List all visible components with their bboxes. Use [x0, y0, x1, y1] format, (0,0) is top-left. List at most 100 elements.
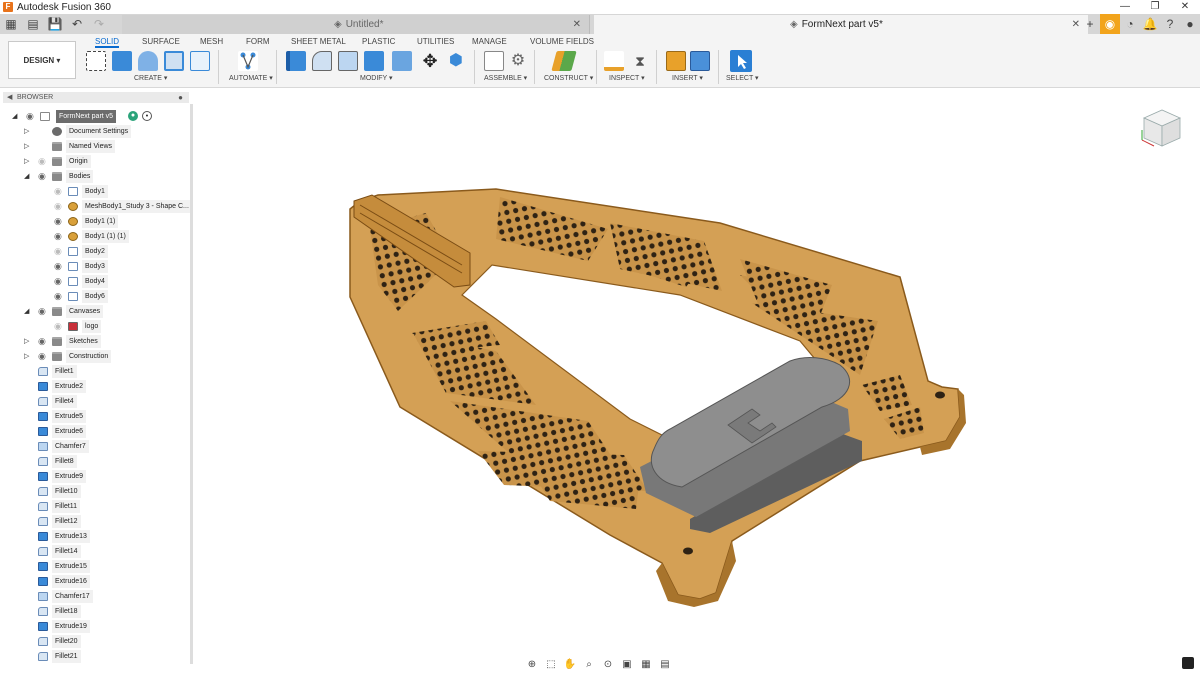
shell-icon[interactable] — [364, 51, 384, 71]
expand-arrow-icon[interactable]: ▷ — [24, 154, 29, 169]
hole-icon[interactable] — [164, 51, 184, 71]
automate-group-label[interactable]: AUTOMATE ▾ — [229, 74, 273, 84]
eye-icon[interactable]: ◉ — [54, 199, 64, 214]
tab-manage[interactable]: MANAGE — [472, 36, 507, 48]
new-tab-icon[interactable]: + — [1080, 14, 1100, 34]
timeline-feature-item[interactable]: Extrude13 — [10, 529, 200, 544]
pattern-icon[interactable] — [190, 51, 210, 71]
timeline-feature-item[interactable]: Extrude19 — [10, 619, 200, 634]
timeline-feature-item[interactable]: Extrude15 — [10, 559, 200, 574]
timeline-feature-item[interactable]: Fillet20 — [10, 634, 200, 649]
close-icon[interactable]: ✕ — [1170, 0, 1200, 14]
help-icon[interactable]: ? — [1160, 14, 1180, 34]
look-at-icon[interactable]: ⬚ — [543, 658, 559, 672]
file-menu-icon[interactable]: ▤ — [22, 14, 44, 34]
interference-icon[interactable]: ⧗ — [630, 51, 650, 71]
close-tab-icon[interactable]: ✕ — [1072, 19, 1080, 30]
tab-volume-fields[interactable]: VOLUME FIELDS — [530, 36, 594, 48]
select-icon[interactable] — [730, 50, 752, 72]
user-avatar-icon[interactable]: ● — [1180, 14, 1200, 34]
timeline-feature-item[interactable]: Extrude6 — [10, 424, 200, 439]
data-panel-grid-icon[interactable]: ▦ — [0, 14, 22, 34]
offset-plane-icon[interactable] — [551, 51, 577, 71]
fillet-icon[interactable] — [312, 51, 332, 71]
eye-icon[interactable]: ◉ — [38, 349, 48, 364]
timeline-feature-item[interactable]: Fillet8 — [10, 454, 200, 469]
timeline-feature-item[interactable]: Extrude9 — [10, 469, 200, 484]
press-pull-icon[interactable] — [286, 51, 306, 71]
timeline-feature-item[interactable]: Fillet12 — [10, 514, 200, 529]
grid-snaps-icon[interactable]: ▦ — [638, 658, 654, 672]
tree-item[interactable]: ◉ MeshBody1_Study 3 - Shape C... — [10, 199, 200, 214]
tree-item[interactable]: ◉ Body6 — [10, 289, 200, 304]
new-component-icon[interactable] — [484, 51, 504, 71]
tab-sheet-metal[interactable]: SHEET METAL — [291, 36, 346, 48]
undo-icon[interactable]: ↶ — [66, 14, 88, 34]
eye-icon[interactable]: ◉ — [54, 259, 64, 274]
tree-item[interactable]: ◢ ◉ Canvases — [10, 304, 200, 319]
timeline-feature-item[interactable]: Extrude2 — [10, 379, 200, 394]
select-group-label[interactable]: SELECT ▾ — [726, 74, 759, 84]
tree-item[interactable]: ◉ Body2 — [10, 244, 200, 259]
viewports-icon[interactable]: ▤ — [657, 658, 673, 672]
notifications-icon[interactable]: 🔔 — [1140, 14, 1160, 34]
expand-arrow-icon[interactable]: ▷ — [24, 349, 29, 364]
tree-item[interactable]: ▷ ◉ Construction — [10, 349, 200, 364]
radio-target-icon[interactable]: • — [142, 111, 152, 121]
restore-icon[interactable]: ❐ — [1140, 0, 1170, 14]
eye-icon[interactable]: ◉ — [54, 289, 64, 304]
eye-icon[interactable]: ◉ — [54, 319, 64, 334]
fit-icon[interactable]: ⊙ — [600, 658, 616, 672]
insert-svg-icon[interactable] — [666, 51, 686, 71]
timeline-feature-item[interactable]: Chamfer7 — [10, 439, 200, 454]
timeline-feature-item[interactable]: Fillet4 — [10, 394, 200, 409]
timeline-feature-item[interactable]: Extrude16 — [10, 574, 200, 589]
modify-group-label[interactable]: MODIFY ▾ — [360, 74, 393, 84]
collapse-arrow-icon[interactable]: ◢ — [24, 304, 29, 319]
insert-group-label[interactable]: INSERT ▾ — [672, 74, 703, 84]
tree-item[interactable]: ▷ Named Views — [10, 139, 200, 154]
eye-icon[interactable]: ◉ — [38, 334, 48, 349]
orbit-icon[interactable]: ⊕ — [524, 658, 540, 672]
move-icon[interactable]: ✥ — [420, 51, 440, 71]
tree-item[interactable]: ◉ Body1 — [10, 184, 200, 199]
redo-icon[interactable]: ↷ — [88, 14, 110, 34]
expand-arrow-icon[interactable]: ▷ — [24, 139, 29, 154]
timeline-feature-item[interactable]: Fillet11 — [10, 499, 200, 514]
tree-item[interactable]: ◉ Body3 — [10, 259, 200, 274]
timeline-feature-item[interactable]: Fillet1 — [10, 364, 200, 379]
collapse-arrow-icon[interactable]: ◀ — [7, 92, 12, 103]
tab-utilities[interactable]: UTILITIES — [417, 36, 454, 48]
eye-icon[interactable]: ◉ — [54, 214, 64, 229]
automate-icon[interactable] — [238, 51, 258, 71]
pin-icon[interactable]: ● — [178, 92, 183, 103]
tree-item[interactable]: ▷ ◉ Origin — [10, 154, 200, 169]
display-settings-icon[interactable]: ▣ — [619, 658, 635, 672]
tree-root[interactable]: ◢ ◉ FormNext part v5 ● • — [10, 109, 200, 124]
eye-icon[interactable]: ◉ — [54, 184, 64, 199]
create-sketch-icon[interactable] — [86, 51, 106, 71]
joint-icon[interactable]: ⚙ — [508, 51, 528, 71]
timeline-feature-item[interactable]: Fillet18 — [10, 604, 200, 619]
tab-surface[interactable]: SURFACE — [142, 36, 180, 48]
timeline-feature-item[interactable]: Fillet10 — [10, 484, 200, 499]
tree-item[interactable]: ◉ logo — [10, 319, 200, 334]
tab-mesh[interactable]: MESH — [200, 36, 223, 48]
activate-badge-icon[interactable]: ● — [128, 111, 138, 121]
browser-scrollbar[interactable] — [190, 104, 193, 664]
minimize-icon[interactable]: — — [1110, 0, 1140, 14]
chamfer-icon[interactable] — [338, 51, 358, 71]
tree-item[interactable]: ◉ Body1 (1) — [10, 214, 200, 229]
measure-icon[interactable] — [604, 51, 624, 71]
view-cube[interactable] — [1134, 100, 1190, 156]
tree-item[interactable]: ◢ ◉ Bodies — [10, 169, 200, 184]
eye-icon[interactable]: ◉ — [38, 169, 48, 184]
tab-plastic[interactable]: PLASTIC — [362, 36, 395, 48]
tab-formnext-part[interactable]: ◈ FormNext part v5* ✕ — [594, 15, 1088, 34]
job-status-icon[interactable]: ◉ — [1100, 14, 1120, 34]
tab-solid[interactable]: SOLID — [95, 36, 120, 48]
timeline-feature-item[interactable]: Extrude5 — [10, 409, 200, 424]
text-commands-icon[interactable] — [1182, 657, 1194, 669]
3d-viewport[interactable] — [200, 89, 1200, 675]
assemble-group-label[interactable]: ASSEMBLE ▾ — [484, 74, 527, 84]
